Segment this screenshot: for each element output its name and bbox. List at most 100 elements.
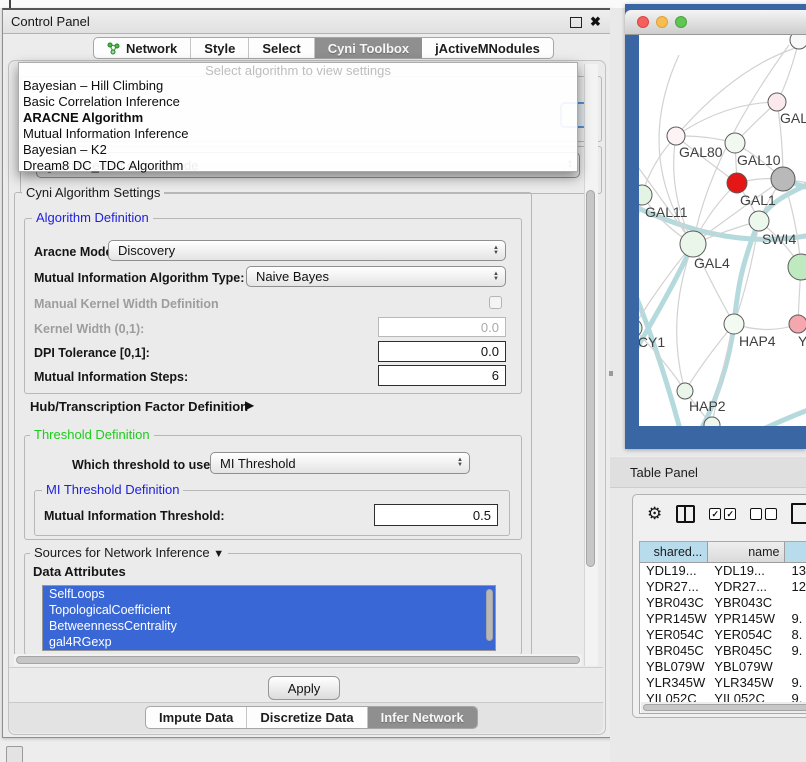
network-node-hap4[interactable] bbox=[724, 314, 744, 334]
aracne-mode-value: Discovery bbox=[118, 243, 175, 258]
node-label: SWI4 bbox=[762, 231, 796, 247]
node-label: GAL10 bbox=[737, 152, 781, 168]
settings-vertical-scrollbar-thumb[interactable] bbox=[586, 190, 595, 567]
table-cell: YBL079W bbox=[640, 659, 708, 675]
collapse-open-icon[interactable]: ▼ bbox=[213, 548, 224, 560]
minimize-traffic-light[interactable] bbox=[656, 16, 668, 28]
network-node-hap2[interactable] bbox=[677, 383, 693, 399]
network-node[interactable] bbox=[771, 167, 795, 191]
column-header-hidden[interactable] bbox=[785, 542, 806, 563]
tab-select[interactable]: Select bbox=[249, 38, 314, 58]
algorithm-option-basic-correlation-inference[interactable]: Basic Correlation Inference bbox=[19, 94, 577, 110]
columns-icon[interactable] bbox=[676, 505, 695, 523]
list-scrollbar[interactable] bbox=[486, 589, 493, 641]
table-row[interactable]: YER054CYER054C8. bbox=[640, 627, 806, 643]
attribute-item-selfloops[interactable]: SelfLoops bbox=[43, 586, 495, 602]
tab-label: Discretize Data bbox=[260, 710, 353, 725]
tab-network[interactable]: Network bbox=[94, 38, 191, 58]
tab-impute-data[interactable]: Impute Data bbox=[146, 707, 247, 728]
table-row[interactable]: YBR043CYBR043C bbox=[640, 595, 806, 611]
tab-cyni-toolbox[interactable]: Cyni Toolbox bbox=[315, 38, 422, 58]
tab-label: jActiveMNodules bbox=[435, 41, 540, 56]
top-tick bbox=[9, 0, 11, 8]
table-horizontal-scrollbar-thumb[interactable] bbox=[643, 704, 806, 711]
tab-jactivemnodules[interactable]: jActiveMNodules bbox=[422, 38, 553, 58]
mi-threshold-label: Mutual Information Threshold: bbox=[44, 509, 225, 523]
new-table-icon[interactable] bbox=[791, 503, 806, 524]
network-node-gal[interactable] bbox=[768, 93, 786, 111]
table-cell: YDR27... bbox=[640, 579, 708, 595]
table-cell: YPR145W bbox=[708, 611, 785, 627]
collapse-closed-icon[interactable]: ▶ bbox=[245, 398, 254, 412]
tab-label: Impute Data bbox=[159, 710, 233, 725]
tab-discretize-data[interactable]: Discretize Data bbox=[247, 707, 367, 728]
select-all-icon[interactable]: ✓✓ bbox=[709, 508, 736, 520]
node-label: HAP2 bbox=[689, 398, 726, 414]
kernel-width-label: Kernel Width (0,1): bbox=[34, 322, 144, 336]
float-window-icon[interactable] bbox=[570, 17, 582, 28]
table-row[interactable]: YLR345WYLR345W9. bbox=[640, 675, 806, 691]
table-row[interactable]: YBR045CYBR045C9. bbox=[640, 643, 806, 659]
which-threshold-combo[interactable]: MI Threshold ▲▼ bbox=[210, 452, 470, 474]
attribute-item-gal4rgexp[interactable]: gal4RGexp bbox=[43, 634, 495, 650]
table-cell bbox=[785, 659, 806, 675]
algorithm-option-dream8-dc-tdc-algorithm[interactable]: Dream8 DC_TDC Algorithm bbox=[19, 158, 577, 174]
apply-button[interactable]: Apply bbox=[268, 676, 340, 700]
table-row[interactable]: YDR27...YDR27...12 bbox=[640, 579, 806, 595]
node-table: shared...name YDL19...YDL19...13YDR27...… bbox=[639, 541, 806, 714]
table-cell bbox=[785, 595, 806, 611]
network-node-swi4[interactable] bbox=[749, 211, 769, 231]
network-node-gal4[interactable] bbox=[680, 231, 706, 257]
apply-row-separator bbox=[9, 667, 603, 668]
column-header-shared[interactable]: shared... bbox=[640, 542, 708, 563]
table-cell: 9. bbox=[785, 675, 806, 691]
node-label: HAP4 bbox=[739, 333, 776, 349]
network-node-gal80[interactable] bbox=[667, 127, 685, 145]
tab-infer-network[interactable]: Infer Network bbox=[368, 707, 477, 728]
manual-kernel-checkbox[interactable] bbox=[489, 296, 502, 309]
algorithm-option-bayesian-k2[interactable]: Bayesian – K2 bbox=[19, 142, 577, 158]
network-window-titlebar[interactable] bbox=[625, 10, 806, 35]
algorithm-option-bayesian-hill-climbing[interactable]: Bayesian – Hill Climbing bbox=[19, 78, 577, 94]
table-cell: YBL079W bbox=[708, 659, 785, 675]
column-header-name[interactable]: name bbox=[708, 542, 785, 563]
table-row[interactable]: YBL079WYBL079W bbox=[640, 659, 806, 675]
table-cell: YPR145W bbox=[640, 611, 708, 627]
table-horizontal-scrollbar[interactable] bbox=[641, 702, 806, 713]
algorithm-option-aracne-algorithm[interactable]: ARACNE Algorithm bbox=[19, 110, 577, 126]
network-node-gal10[interactable] bbox=[725, 133, 745, 153]
network-canvas[interactable]: GALGAL80GAL10GAL1GAL11SWI4GAL4GCY1HAP4YH… bbox=[639, 35, 806, 426]
aracne-mode-combo[interactable]: Discovery ▲▼ bbox=[108, 240, 506, 261]
data-attributes-list[interactable]: SelfLoopsTopologicalCoefficientBetweenne… bbox=[42, 585, 496, 651]
attribute-item-topologicalcoefficient[interactable]: TopologicalCoefficient bbox=[43, 602, 495, 618]
mi-type-combo[interactable]: Naive Bayes ▲▼ bbox=[246, 266, 506, 287]
network-node-y[interactable] bbox=[789, 315, 806, 333]
settings-horizontal-scrollbar-thumb[interactable] bbox=[16, 656, 580, 664]
algorithm-popup-list: Bayesian – Hill ClimbingBasic Correlatio… bbox=[19, 78, 577, 174]
table-row[interactable]: YDL19...YDL19...13 bbox=[640, 563, 806, 579]
close-traffic-light[interactable] bbox=[637, 16, 649, 28]
network-node-gal1[interactable] bbox=[727, 173, 747, 193]
kernel-width-field[interactable]: 0.0 bbox=[378, 317, 506, 337]
dpi-tolerance-field[interactable]: 0.0 bbox=[378, 341, 506, 362]
close-icon[interactable]: ✖ bbox=[590, 15, 601, 29]
mi-threshold-field[interactable]: 0.5 bbox=[374, 504, 498, 526]
minimized-panel-icon[interactable] bbox=[6, 746, 23, 762]
network-node[interactable] bbox=[790, 35, 806, 49]
attribute-item-betweennesscentrality[interactable]: BetweennessCentrality bbox=[43, 618, 495, 634]
zoom-traffic-light[interactable] bbox=[675, 16, 687, 28]
table-cell: YBR043C bbox=[640, 595, 708, 611]
mi-type-value: Naive Bayes bbox=[256, 269, 329, 284]
table-cell: 9. bbox=[785, 611, 806, 627]
network-node-gal11[interactable] bbox=[639, 185, 652, 205]
tab-style[interactable]: Style bbox=[191, 38, 249, 58]
control-panel-title: Control Panel bbox=[11, 14, 90, 29]
splitter-handle[interactable] bbox=[609, 371, 613, 376]
gear-icon[interactable]: ⚙ bbox=[647, 504, 662, 524]
deselect-all-icon[interactable] bbox=[750, 508, 777, 520]
algorithm-option-mutual-information-inference[interactable]: Mutual Information Inference bbox=[19, 126, 577, 142]
table-row[interactable]: YPR145WYPR145W9. bbox=[640, 611, 806, 627]
hub-section-label[interactable]: Hub/Transcription Factor Definition bbox=[30, 400, 248, 414]
network-node[interactable] bbox=[788, 254, 806, 280]
mi-steps-field[interactable]: 6 bbox=[378, 365, 506, 386]
